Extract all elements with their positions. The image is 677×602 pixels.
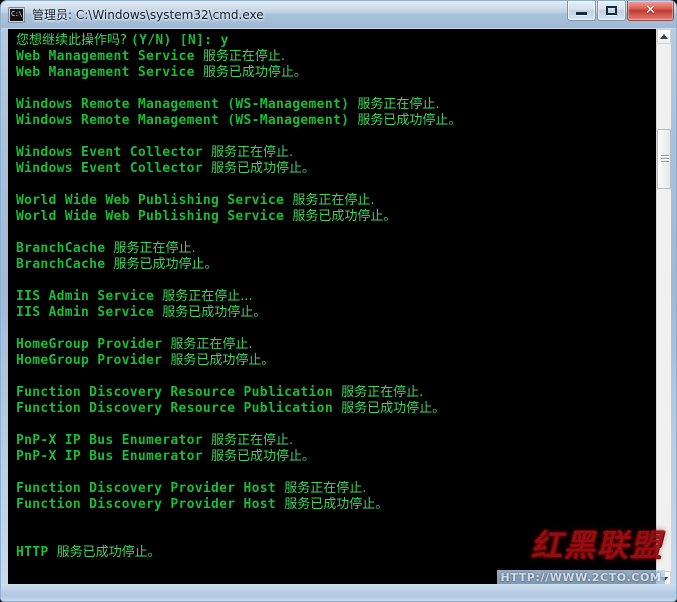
console-line-ascii: Windows Remote Management (WS-Management… [16,97,358,112]
console-line: 您想继续此操作吗? (Y/N) [N]: y [16,33,657,49]
console-line-ascii: Windows Event Collector [16,145,212,160]
console-line: Windows Remote Management (WS-Management… [16,97,657,113]
console-line-cjk: 服务正在停止. [211,145,294,160]
console-line: Function Discovery Resource Publication … [16,401,657,417]
console-line-ascii: Function Discovery Resource Publication [16,401,342,416]
maximize-button[interactable] [597,1,626,21]
console-line-cjk: 服务正在停止. [292,193,375,208]
console-line: BranchCache 服务正在停止. [16,241,657,257]
console-line: Windows Remote Management (WS-Management… [16,113,657,129]
console-line-cjk: 您想继续此操作吗? [16,33,132,48]
console-line-ascii: IIS Admin Service [16,289,163,304]
scroll-up-arrow-icon [660,33,668,39]
console-line-ascii: Windows Event Collector [16,161,212,176]
console-line-cjk: 服务正在停止. [202,49,286,64]
console-line-cjk: 服务正在停止. [211,433,294,448]
console-line-cjk: 服务已成功停止。 [211,449,316,464]
cmd-icon-text: C:\ [10,9,23,21]
console-line-cjk: 服务正在停止... [162,289,253,304]
console-line-ascii: HomeGroup Provider [16,337,171,352]
console-line-cjk: 服务已成功停止。 [113,257,218,272]
close-icon: ✕ [645,3,656,18]
cmd-icon: C:\ [8,7,25,23]
console-line-ascii: Web Management Service [16,65,203,80]
console-line: IIS Admin Service 服务已成功停止。 [16,305,657,321]
console-line: HomeGroup Provider 服务正在停止. [16,337,657,353]
console-line: Web Management Service 服务已成功停止。 [16,65,657,81]
console-line: PnP-X IP Bus Enumerator 服务正在停止. [16,433,657,449]
console-line: PnP-X IP Bus Enumerator 服务已成功停止。 [16,449,657,465]
console-output[interactable]: 您想继续此操作吗? (Y/N) [N]: y Web Management Ser… [9,29,657,586]
console-line-ascii: BranchCache [16,241,114,256]
console-line-tail: (Y/N) [N]: y [131,33,229,48]
console-line-ascii: Function Discovery Resource Publication [16,385,342,400]
console-line-ascii: PnP-X IP Bus Enumerator [16,449,212,464]
console-line-ascii: PnP-X IP Bus Enumerator [16,433,212,448]
scroll-up-button[interactable] [657,29,671,44]
close-button[interactable]: ✕ [627,1,674,21]
console-line-cjk: 服务正在停止. [357,97,440,112]
console-line-ascii: Web Management Service [16,49,203,64]
cmd-window: C:\ 管理员: C:\Windows\system32\cmd.exe ✕ 您… [0,0,677,602]
window-title: 管理员: C:\Windows\system32\cmd.exe [32,8,264,22]
console-line-cjk: 服务已成功停止。 [292,209,397,224]
console-line: HomeGroup Provider 服务已成功停止。 [16,353,657,369]
window-bottom-frame [1,584,676,601]
console-line: Function Discovery Resource Publication … [16,385,657,401]
console-line-ascii: HomeGroup Provider [16,353,171,368]
window-controls: ✕ [566,1,674,21]
console-line-cjk: 服务正在停止. [170,337,253,352]
console-scrollbar[interactable] [656,29,671,586]
console-line-cjk: 服务已成功停止。 [341,401,446,416]
console-line-ascii: BranchCache [16,257,114,272]
minimize-button[interactable] [567,1,596,21]
console-line-cjk: 服务已成功停止。 [162,305,267,320]
console-line: Web Management Service 服务正在停止. [16,49,657,65]
scrollbar-thumb[interactable] [657,129,671,189]
console-line-cjk: 服务正在停止. [113,241,196,256]
console-line: Function Discovery Provider Host 服务正在停止. [16,481,657,497]
console-line: IIS Admin Service 服务正在停止... [16,289,657,305]
scrollbar-grip-icon [661,155,669,163]
scroll-down-arrow-icon [660,576,668,582]
console-line: BranchCache 服务已成功停止。 [16,257,657,273]
minimize-icon [568,1,595,20]
console-line-cjk: 服务已成功停止。 [357,113,462,128]
console-line-cjk: 服务已成功停止。 [56,545,161,560]
console-line: HTTP 服务已成功停止。 [16,545,657,561]
maximize-icon [598,1,625,20]
console-line-cjk: 服务已成功停止。 [170,353,275,368]
console-client-area[interactable]: 您想继续此操作吗? (Y/N) [N]: y Web Management Ser… [8,29,671,586]
console-line-cjk: 服务正在停止. [341,385,424,400]
console-line-ascii: World Wide Web Publishing Service [16,193,293,208]
console-line: Windows Event Collector 服务正在停止. [16,145,657,161]
console-line-ascii: HTTP [16,545,57,560]
console-line: Windows Event Collector 服务已成功停止。 [16,161,657,177]
console-line-cjk: 服务正在停止. [284,481,367,496]
console-line-ascii: Windows Remote Management (WS-Management… [16,113,358,128]
console-line: World Wide Web Publishing Service 服务已成功停… [16,209,657,225]
console-line-ascii: Function Discovery Provider Host [16,481,285,496]
console-line: World Wide Web Publishing Service 服务正在停止… [16,193,657,209]
title-bar[interactable]: C:\ 管理员: C:\Windows\system32\cmd.exe ✕ [1,1,676,29]
console-line-cjk: 服务已成功停止。 [202,65,307,80]
console-line: Function Discovery Provider Host 服务已成功停止… [16,497,657,513]
console-line-ascii: Function Discovery Provider Host [16,497,285,512]
console-line-ascii: IIS Admin Service [16,305,163,320]
console-line-ascii: World Wide Web Publishing Service [16,209,293,224]
console-line-cjk: 服务已成功停止。 [284,497,389,512]
console-line-cjk: 服务已成功停止。 [211,161,316,176]
